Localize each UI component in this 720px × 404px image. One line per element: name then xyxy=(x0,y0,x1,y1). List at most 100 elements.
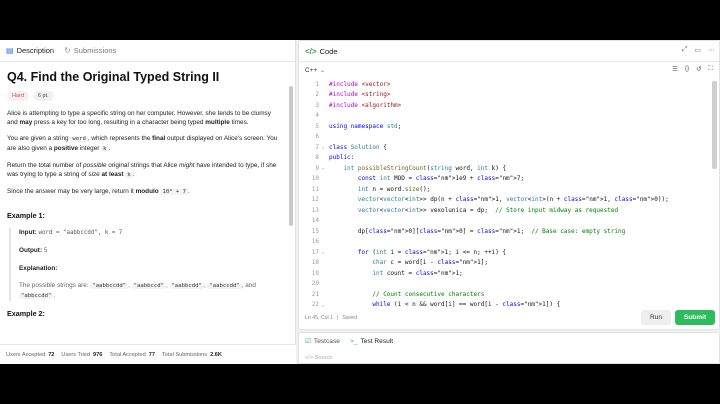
app-window: ▤ Description ↻ Submissions Q4. Find the… xyxy=(0,40,720,364)
text: . xyxy=(108,145,111,152)
text: Since the answer may be very large, retu… xyxy=(7,188,136,195)
line-number: 8 xyxy=(315,154,319,162)
line-number: 3 xyxy=(315,101,319,109)
format-icon[interactable]: ☰ xyxy=(672,65,678,73)
code-line[interactable]: 19 int count = class="nm">1; xyxy=(299,268,719,279)
tab-description-label: Description xyxy=(16,46,55,55)
inline-code: "abbccdd" xyxy=(19,293,54,299)
terminal-icon: >_ xyxy=(349,337,358,345)
tab-submissions[interactable]: ↻ Submissions xyxy=(64,46,116,55)
code-line[interactable]: 3 #include <algorithm> xyxy=(299,100,719,111)
reset-icon[interactable]: ↺ xyxy=(696,65,701,73)
line-number: 19 xyxy=(311,269,319,277)
code-editor[interactable]: 1 #include <vector> 2 #include <string> 3 #in… xyxy=(299,79,719,307)
scrollbar-thumb[interactable] xyxy=(712,81,717,169)
description-scrollbar[interactable] xyxy=(288,64,294,344)
tab-testcase[interactable]: ☑ Testcase xyxy=(305,337,340,346)
code-line[interactable]: 10 const int MOD = class="nm">1e9 + clas… xyxy=(299,174,719,185)
more-icon[interactable]: ⋯ xyxy=(708,46,715,54)
text: , which represents the xyxy=(87,135,153,142)
test-card: ☑ Testcase >_ Test Result </> Source xyxy=(298,332,720,364)
example-explanation: The possible strings are: "aabbccdd", "a… xyxy=(19,282,256,299)
inline-code: "aabbccdd" xyxy=(90,283,129,289)
paragraph-1: Alice is attempting to type a specific s… xyxy=(7,109,282,127)
stat-value: 976 xyxy=(93,351,103,358)
braces-icon[interactable]: {} xyxy=(685,65,689,73)
checkbox-icon: ☑ xyxy=(305,338,311,345)
code-line[interactable]: 1 #include <vector> xyxy=(299,79,719,90)
code-scrollbar[interactable] xyxy=(711,81,717,301)
code-text: #include <vector> xyxy=(329,80,391,88)
italic-text: possible xyxy=(83,162,107,169)
code-line[interactable]: 8 public: xyxy=(299,153,719,164)
code-footer: Ln 45, Col 1 | Saved Run Submit xyxy=(299,307,719,329)
line-number: 2 xyxy=(315,91,319,99)
line-number: 5 xyxy=(315,122,319,130)
code-line[interactable]: 7 ⌄ class Solution { xyxy=(299,142,719,153)
explanation-label: Explanation: xyxy=(19,265,58,272)
bold-text: multiple xyxy=(205,119,230,126)
inline-code: 10⁹ + 7 xyxy=(160,189,189,195)
code-text: vector<vector<int>> vexolunica = dp; // … xyxy=(357,206,619,214)
text: times. xyxy=(229,119,249,126)
tab-test-result[interactable]: >_ Test Result xyxy=(350,338,393,345)
minimize-icon[interactable]: ▭ xyxy=(694,46,701,54)
code-line[interactable]: 2 #include <string> xyxy=(299,90,719,101)
stat-total-submissions: Total Submissions 2.6K xyxy=(162,352,222,358)
code-text: int possibleStringCount(string word, int… xyxy=(343,164,507,172)
code-line[interactable]: 18 char c = word[i - class="nm">1]; xyxy=(299,258,719,269)
line-number: 16 xyxy=(311,238,319,246)
code-line[interactable]: 11 int n = word.size(); xyxy=(299,184,719,195)
code-header-title: Code xyxy=(319,46,338,56)
stats-bar: Users Accepted 72 Users Tried 976 Total Ac… xyxy=(0,344,296,364)
tab-description[interactable]: ▤ Description xyxy=(6,46,54,55)
stat-label: Total Submissions xyxy=(162,351,208,358)
inline-code: "aabbcdd" xyxy=(169,283,204,289)
code-line[interactable]: 17 ⌄ for (int i = class="nm">1; i <= n; +… xyxy=(299,247,719,258)
bold-text: positive xyxy=(53,145,79,152)
line-number: 18 xyxy=(311,259,319,267)
scrollbar-thumb[interactable] xyxy=(289,86,293,226)
editor-panel: </> Code ⤢ ▭ ⋯ C++ ⌄ ☰ {} ↺ ⛶ 1 #include … xyxy=(298,40,720,364)
fold-chevron-icon[interactable]: ⌄ xyxy=(319,249,327,255)
code-line[interactable]: 16 xyxy=(299,237,719,248)
code-line[interactable]: 20 xyxy=(299,279,719,290)
italic-text: might xyxy=(178,162,195,169)
language-select[interactable]: C++ xyxy=(305,67,317,74)
submit-button[interactable]: Submit xyxy=(675,310,715,325)
code-line[interactable]: 6 xyxy=(299,132,719,143)
bold-text: final xyxy=(152,135,166,142)
input-value: word = "aabbccdd", k = 7 xyxy=(38,230,123,236)
description-panel: ▤ Description ↻ Submissions Q4. Find the… xyxy=(0,40,296,364)
line-number: 10 xyxy=(311,175,319,183)
code-line[interactable]: 9 ⌄ int possibleStringCount(string word, … xyxy=(299,163,719,174)
text: . xyxy=(132,171,135,178)
code-line[interactable]: 21 // Count consecutive characters xyxy=(299,289,719,300)
difficulty-badge[interactable]: Hard xyxy=(7,91,29,101)
code-text: int count = class="nm">1; xyxy=(372,269,463,277)
code-card: </> Code ⤢ ▭ ⋯ C++ ⌄ ☰ {} ↺ ⛶ 1 #include … xyxy=(298,40,720,330)
line-number: 4 xyxy=(315,112,319,120)
line-number: 12 xyxy=(311,196,319,204)
inline-code: "aabbccd" xyxy=(131,283,166,289)
separator: , and xyxy=(241,282,256,289)
run-button[interactable]: Run xyxy=(641,310,671,325)
code-icon: </> xyxy=(305,46,317,56)
code-line[interactable]: 5 using namespace std; xyxy=(299,121,719,132)
fold-chevron-icon[interactable]: ⌄ xyxy=(319,165,327,171)
stat-total-accepted: Total Accepted 77 xyxy=(109,352,155,358)
code-line[interactable]: 4 xyxy=(299,111,719,122)
code-line[interactable]: 12 vector<vector<int>> dp(n + class="nm"… xyxy=(299,195,719,206)
fullscreen-icon[interactable]: ⛶ xyxy=(709,65,713,73)
input-label: Input: xyxy=(19,229,37,236)
fold-chevron-icon[interactable]: ⌄ xyxy=(319,144,327,150)
code-line[interactable]: 22 ⌄ while (i < n && word[i] == word[i - … xyxy=(299,300,719,307)
history-icon: ↻ xyxy=(64,46,71,55)
stat-label: Users Accepted xyxy=(6,351,46,358)
code-line[interactable]: 15 dp[class="nm">0][class="nm">0] = clas… xyxy=(299,226,719,237)
line-number: 1 xyxy=(315,80,319,88)
code-line[interactable]: 13 vector<vector<int>> vexolunica = dp; … xyxy=(299,205,719,216)
maximize-icon[interactable]: ⤢ xyxy=(682,46,688,54)
chevron-down-icon[interactable]: ⌄ xyxy=(320,67,325,74)
code-line[interactable]: 14 xyxy=(299,216,719,227)
